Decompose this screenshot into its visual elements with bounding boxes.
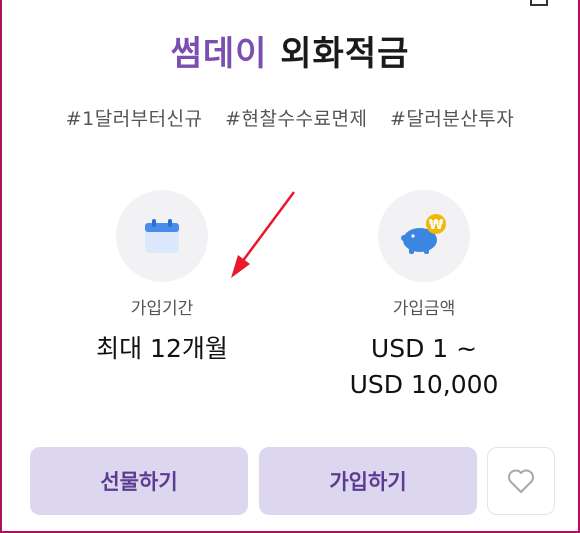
product-card: 썸데이 외화적금 #1달러부터신규 #현찰수수료면제 #달러분산투자 가입기간 …	[0, 0, 580, 533]
join-button[interactable]: 가입하기	[259, 447, 477, 515]
favorite-button[interactable]	[487, 447, 555, 515]
gift-button[interactable]: 선물하기	[30, 447, 248, 515]
heart-icon	[508, 469, 534, 493]
